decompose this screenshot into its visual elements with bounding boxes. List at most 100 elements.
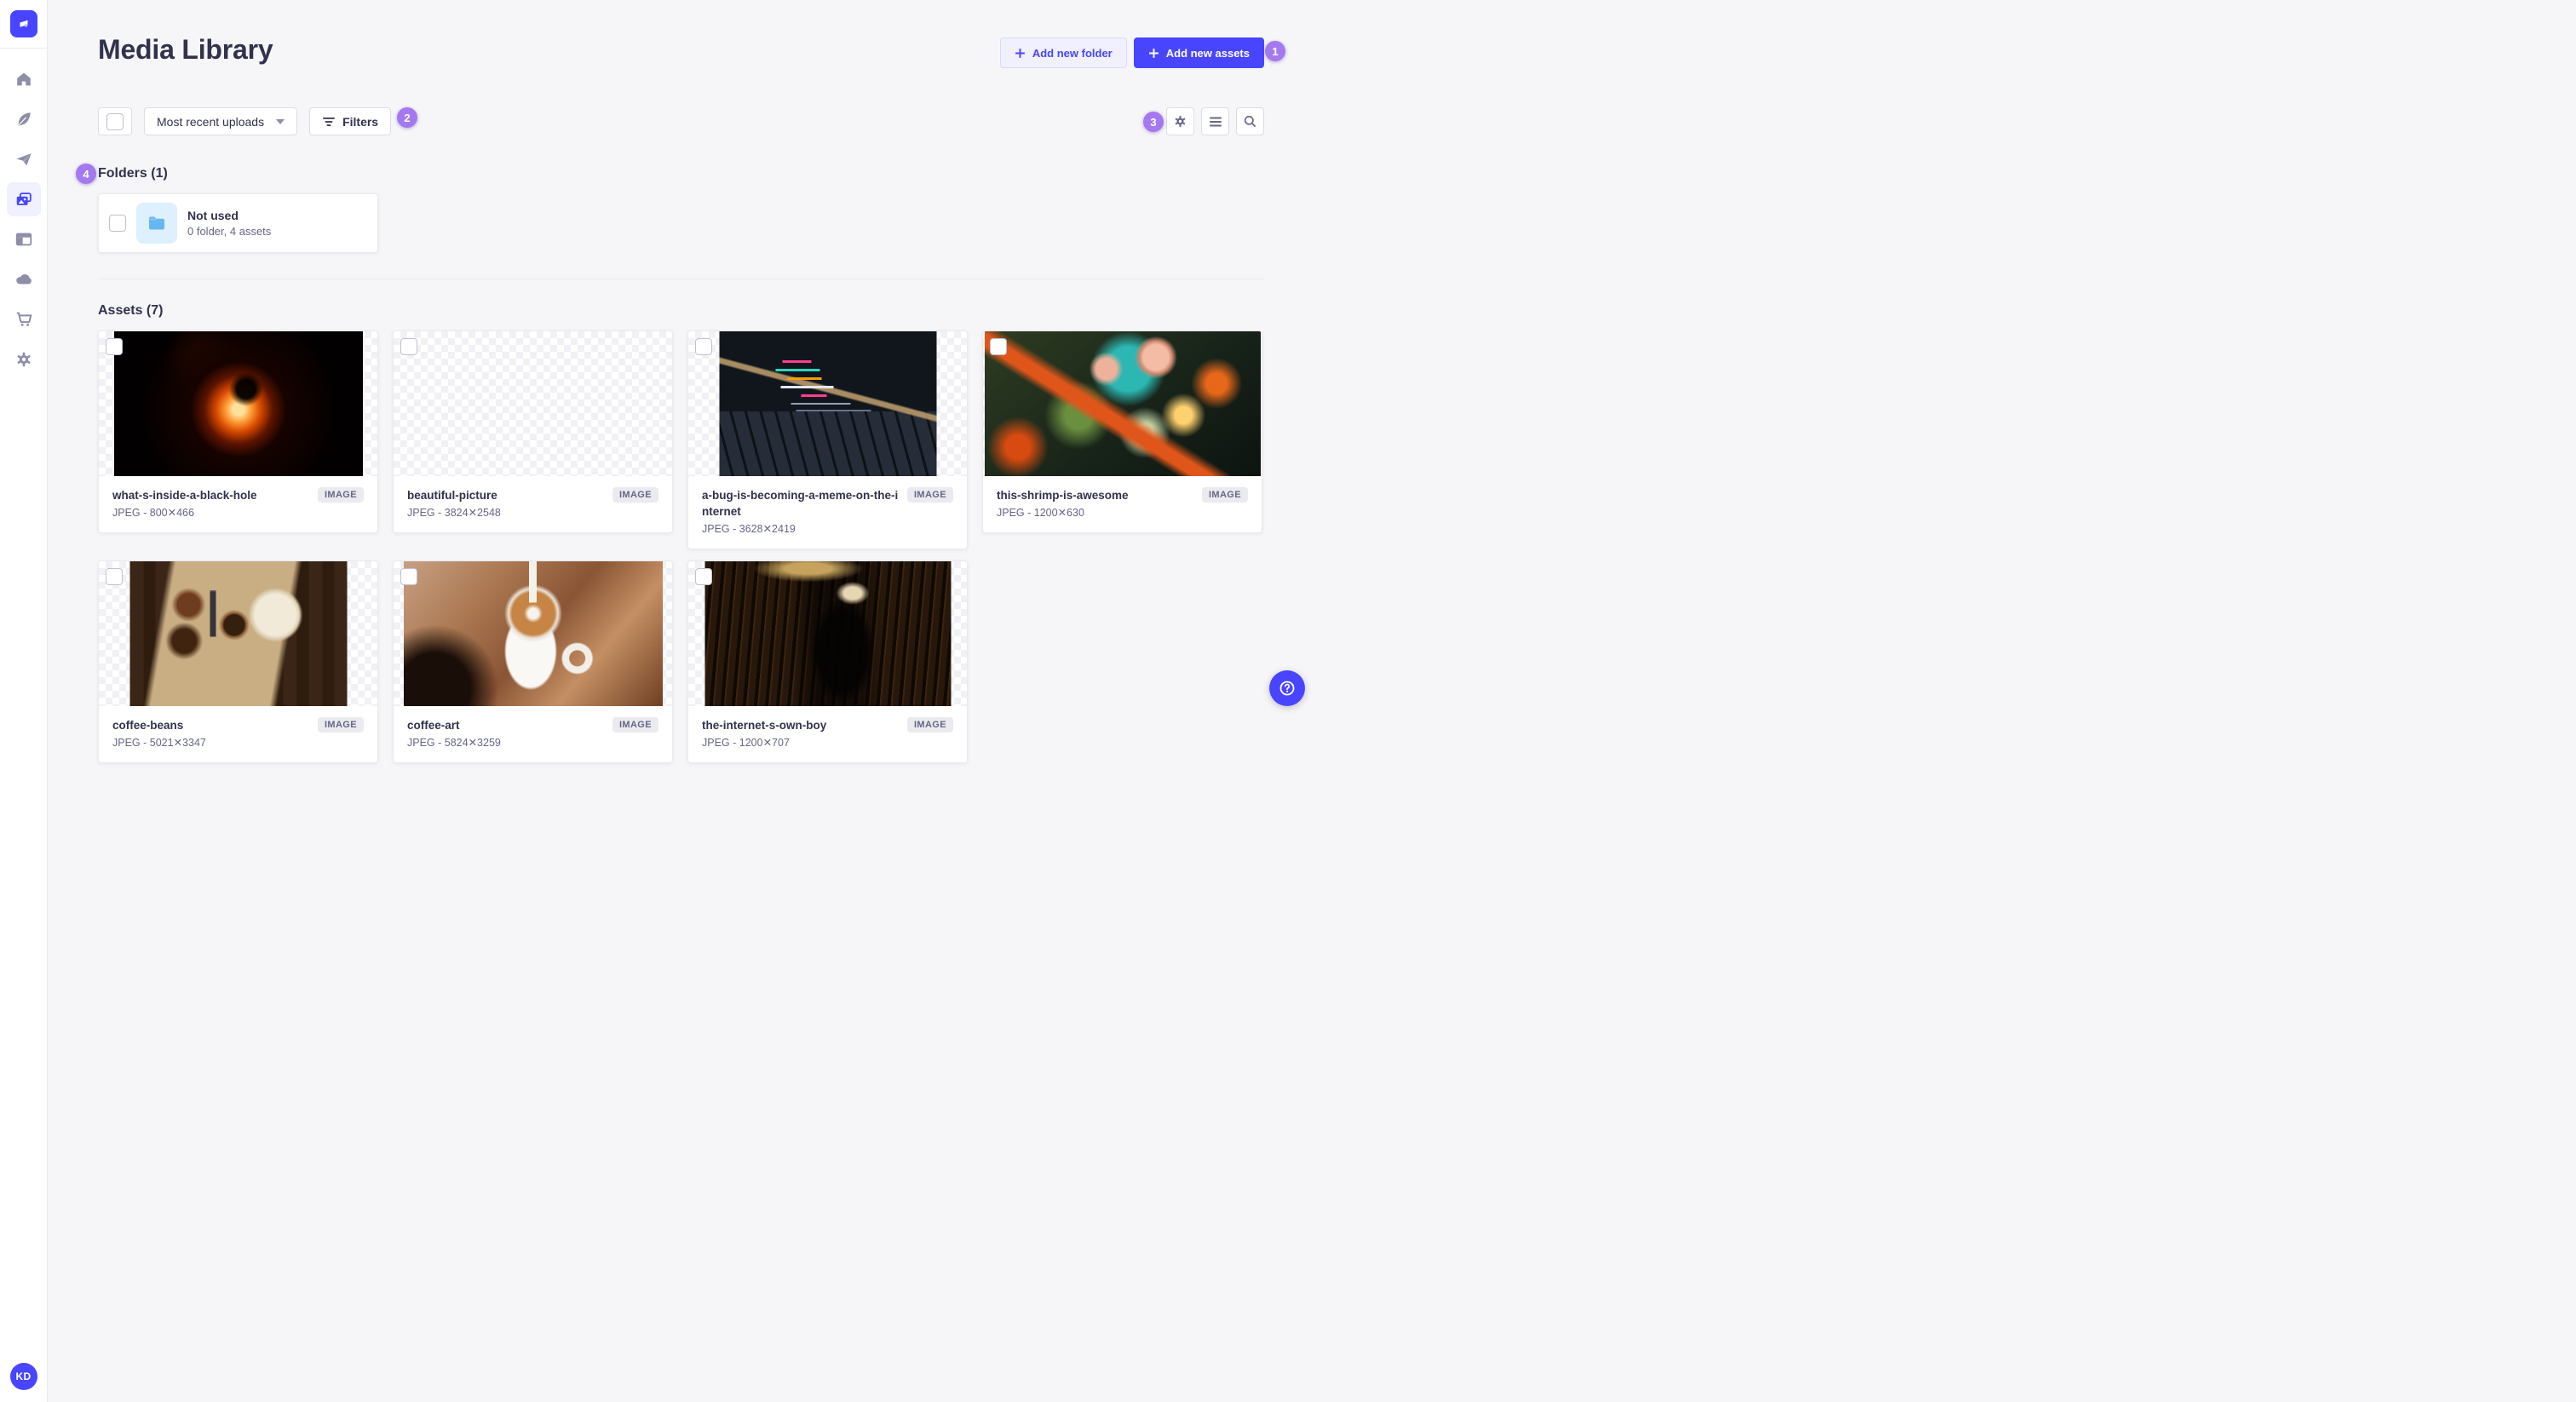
asset-name: coffee-art	[407, 719, 460, 732]
sidebar-item-settings[interactable]	[7, 342, 41, 376]
asset-name: the-internet-s-own-boy	[702, 719, 827, 732]
sidebar-item-content-type-builder[interactable]	[7, 222, 41, 256]
asset-name: this-shrimp-is-awesome	[997, 489, 1129, 502]
asset-thumbnail[interactable]	[394, 331, 672, 476]
user-avatar[interactable]: KD	[9, 1363, 37, 1390]
asset-type-badge: IMAGE	[317, 487, 364, 503]
asset-card[interactable]: coffee-art IMAGE JPEG - 5824✕3259	[393, 560, 673, 763]
search-icon	[1244, 115, 1256, 128]
select-all-checkbox[interactable]	[106, 112, 124, 130]
asset-checkbox[interactable]	[695, 338, 712, 355]
sidebar-item-media-library[interactable]	[6, 182, 41, 216]
header-actions: Add new folder Add new assets	[999, 37, 1264, 68]
sidebar-item-releases[interactable]	[7, 142, 41, 176]
asset-checkbox[interactable]	[106, 568, 123, 585]
laptop-code-image	[719, 331, 936, 476]
gear-icon	[16, 352, 31, 367]
asset-name: what-s-inside-a-black-hole	[112, 489, 257, 502]
asset-meta: JPEG - 1200✕707	[702, 737, 790, 749]
feather-icon	[18, 112, 31, 126]
asset-meta: JPEG - 1200✕630	[997, 507, 1084, 519]
asset-meta: JPEG - 3824✕2548	[407, 507, 501, 519]
select-all-checkbox-button[interactable]	[98, 107, 132, 135]
home-icon	[16, 72, 31, 86]
strapi-logo[interactable]	[9, 10, 37, 37]
asset-card-footer: this-shrimp-is-awesome IMAGE JPEG - 1200…	[983, 476, 1262, 532]
filters-button[interactable]: Filters	[309, 107, 392, 135]
filter-icon	[323, 117, 336, 126]
asset-checkbox[interactable]	[400, 338, 417, 355]
asset-card[interactable]: this-shrimp-is-awesome IMAGE JPEG - 1200…	[982, 330, 1262, 533]
folder-tile	[136, 203, 177, 244]
help-button[interactable]	[1269, 670, 1305, 706]
coffee-beans-image	[129, 561, 347, 706]
layout-icon	[15, 233, 32, 246]
cloud-icon	[15, 274, 32, 284]
sidebar-nav	[6, 62, 41, 376]
asset-meta: JPEG - 3628✕2419	[702, 523, 796, 535]
asset-checkbox[interactable]	[400, 568, 417, 585]
asset-card[interactable]: the-internet-s-own-boy IMAGE JPEG - 1200…	[687, 560, 968, 763]
sidebar-item-deploy[interactable]	[7, 262, 41, 296]
sidebar-item-content[interactable]	[7, 102, 41, 136]
add-new-folder-button[interactable]: Add new folder	[999, 37, 1127, 68]
annotation-badge-3: 3	[1143, 112, 1164, 132]
asset-thumbnail[interactable]	[688, 561, 967, 706]
folder-icon	[149, 216, 164, 230]
asset-card-footer: coffee-art IMAGE JPEG - 5824✕3259	[394, 706, 672, 762]
asset-card-footer: a-bug-is-becoming-a-meme-on-the-internet…	[688, 476, 967, 549]
latte-art-image	[403, 561, 663, 706]
asset-checkbox[interactable]	[106, 338, 123, 355]
annotation-badge-4: 4	[76, 164, 96, 184]
page-header: Media Library Add new folder Add new ass…	[98, 34, 1264, 68]
list-view-button[interactable]	[1201, 107, 1229, 135]
asset-name: beautiful-picture	[407, 489, 497, 502]
add-new-assets-label: Add new assets	[1165, 46, 1250, 60]
asset-type-badge: IMAGE	[906, 717, 953, 733]
grid-settings-button[interactable]	[1166, 107, 1194, 135]
asset-card[interactable]: beautiful-picture IMAGE JPEG - 3824✕2548	[393, 330, 673, 533]
asset-checkbox[interactable]	[990, 338, 1007, 355]
toolbar-left: Most recent uploads Filters	[98, 107, 392, 135]
sort-select[interactable]: Most recent uploads	[144, 107, 298, 135]
asset-card[interactable]: coffee-beans IMAGE JPEG - 5021✕3347	[98, 560, 378, 763]
folder-name: Not used	[187, 209, 239, 222]
cart-icon	[16, 312, 32, 326]
media-library-icon	[16, 192, 32, 205]
assets-section: Assets (7) what-s-inside-a-black-hole IM…	[98, 303, 1264, 763]
page-title: Media Library	[98, 34, 273, 65]
asset-type-badge: IMAGE	[612, 717, 658, 733]
media-library-page: Media Library Add new folder Add new ass…	[48, 0, 1288, 763]
asset-thumbnail[interactable]	[688, 331, 967, 476]
sidebar: KD	[0, 0, 48, 1402]
asset-type-badge: IMAGE	[317, 717, 364, 733]
sidebar-item-marketplace[interactable]	[7, 302, 41, 336]
asset-thumbnail[interactable]	[99, 561, 377, 706]
asset-card[interactable]: what-s-inside-a-black-hole IMAGE JPEG - …	[98, 330, 378, 533]
search-button[interactable]	[1236, 107, 1264, 135]
asset-meta: JPEG - 800✕466	[112, 507, 194, 519]
add-new-assets-button[interactable]: Add new assets	[1133, 37, 1264, 68]
question-mark-icon	[1279, 681, 1295, 696]
asset-thumbnail[interactable]	[99, 331, 377, 476]
asset-thumbnail[interactable]	[394, 561, 672, 706]
folders-section: Folders (1) Not used 0 folder, 4 assets	[98, 166, 1264, 253]
chevron-down-icon	[276, 118, 285, 124]
asset-card-footer: coffee-beans IMAGE JPEG - 5021✕3347	[99, 706, 377, 762]
assets-grid: what-s-inside-a-black-hole IMAGE JPEG - …	[98, 330, 1264, 763]
asset-card[interactable]: a-bug-is-becoming-a-meme-on-the-internet…	[687, 330, 968, 549]
black-hole-image	[113, 331, 363, 476]
asset-name: coffee-beans	[112, 719, 184, 732]
folder-checkbox[interactable]	[109, 215, 126, 232]
assets-section-title: Assets (7)	[98, 303, 164, 318]
sidebar-item-home[interactable]	[7, 62, 41, 96]
asset-checkbox[interactable]	[695, 568, 712, 585]
filters-label: Filters	[342, 114, 379, 129]
asset-thumbnail[interactable]	[983, 331, 1262, 476]
view-controls	[1166, 107, 1264, 135]
strapi-logo-icon	[20, 20, 27, 27]
asset-card-footer: what-s-inside-a-black-hole IMAGE JPEG - …	[99, 476, 377, 532]
paper-plane-icon	[15, 153, 32, 166]
mantis-shrimp-image	[984, 331, 1261, 476]
folder-card[interactable]: Not used 0 folder, 4 assets	[98, 193, 378, 253]
